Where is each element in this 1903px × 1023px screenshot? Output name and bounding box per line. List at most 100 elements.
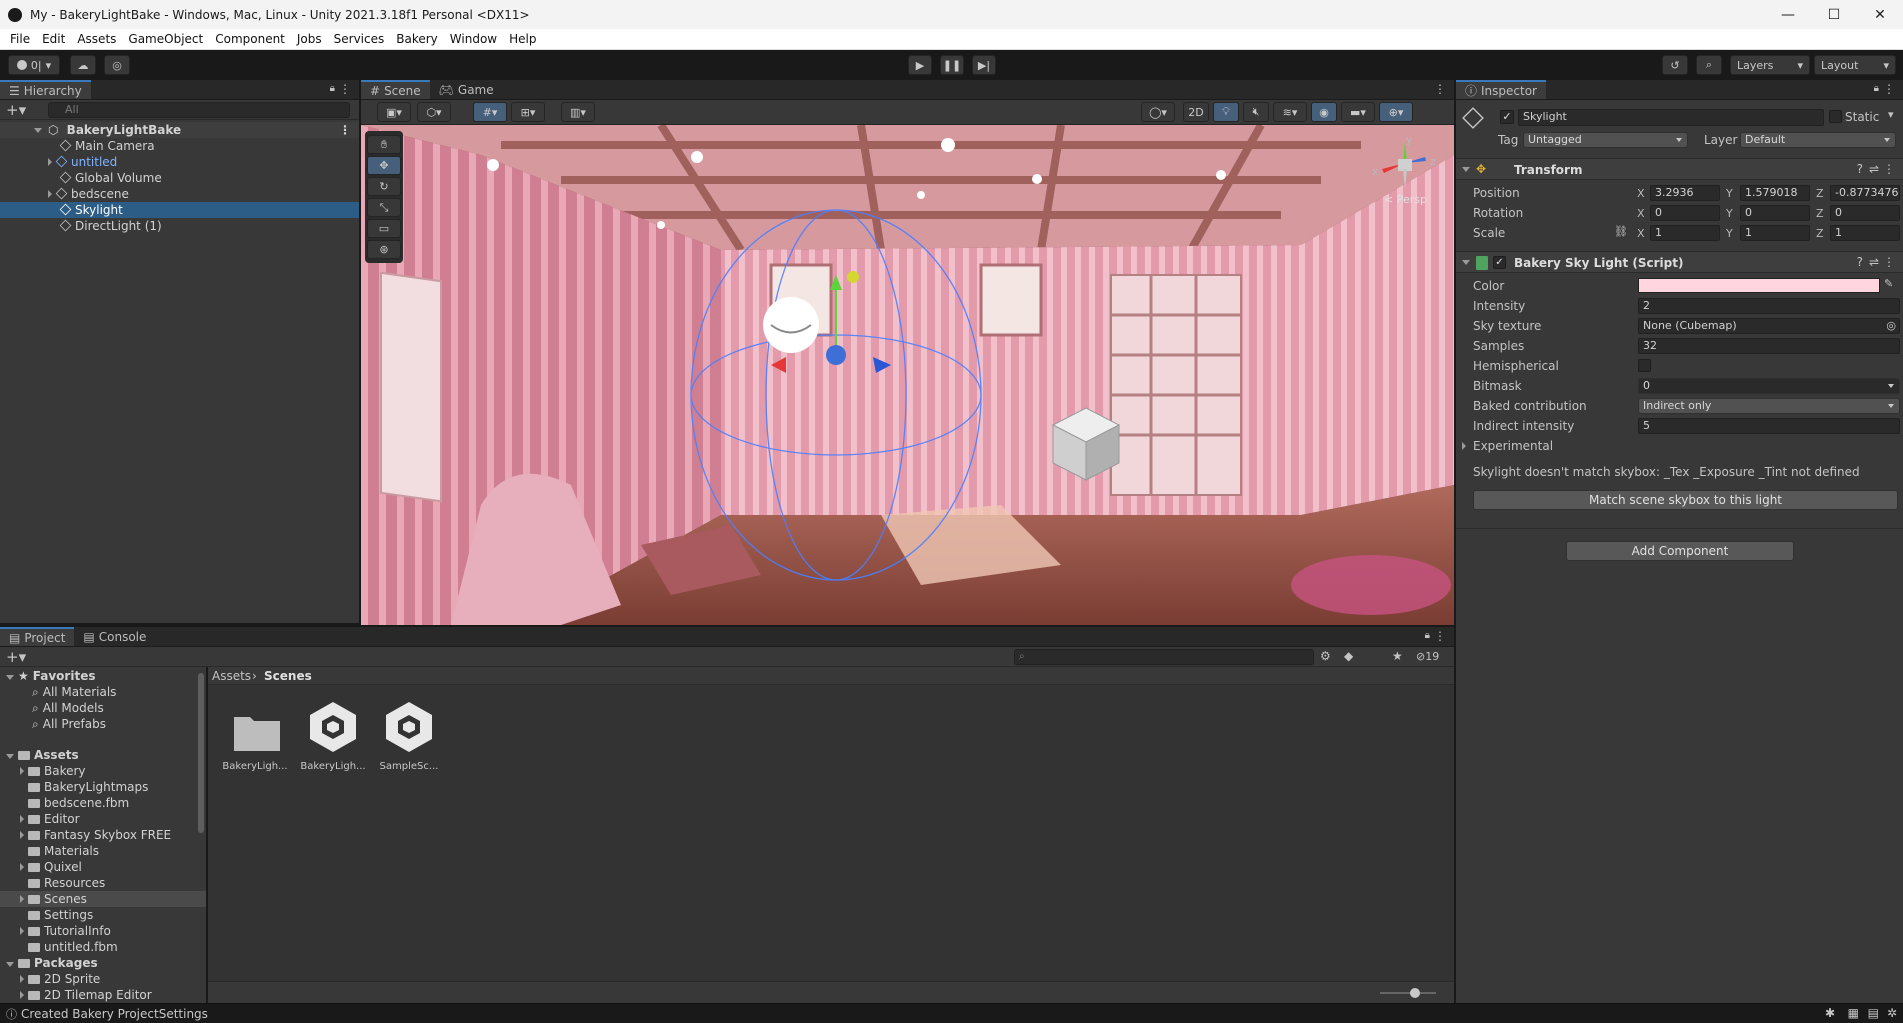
history-button[interactable]: ↺: [1662, 55, 1688, 75]
help-icon[interactable]: ?: [1857, 162, 1863, 176]
add-icon[interactable]: +▾: [6, 101, 26, 119]
position-y-field[interactable]: 1.579018: [1740, 185, 1810, 201]
transform-tool[interactable]: ⊛: [367, 240, 401, 259]
scale-x-field[interactable]: 1: [1650, 225, 1720, 241]
preset-icon[interactable]: ⇌: [1869, 162, 1879, 176]
expand-icon[interactable]: [6, 754, 14, 759]
toggle-2d-button[interactable]: 2D: [1183, 102, 1209, 122]
component-enabled-checkbox[interactable]: ✓: [1493, 256, 1506, 269]
menu-window[interactable]: Window: [444, 32, 503, 46]
shading-dropdown[interactable]: ◯▾: [1141, 102, 1175, 122]
scale-y-field[interactable]: 1: [1740, 225, 1810, 241]
scene-asset-tile[interactable]: [382, 699, 436, 753]
asset-folder-tile[interactable]: [230, 703, 284, 757]
static-checkbox[interactable]: [1829, 110, 1842, 123]
asset-folder[interactable]: Bakery: [0, 763, 206, 779]
package-item[interactable]: 2D Tilemap Editor: [0, 987, 206, 1003]
foldout-icon[interactable]: [1462, 260, 1470, 265]
collab-button[interactable]: ◎: [104, 55, 130, 75]
asset-folder[interactable]: untitled.fbm: [0, 939, 206, 955]
asset-folder[interactable]: Quixel: [0, 859, 206, 875]
cache-icon[interactable]: ▦: [1848, 1006, 1859, 1020]
asset-folder[interactable]: Materials: [0, 843, 206, 859]
sky-texture-field[interactable]: None (Cubemap) ◎: [1638, 318, 1900, 334]
hierarchy-item[interactable]: bedscene: [0, 186, 359, 202]
favorite-item[interactable]: ⌕ All Materials: [0, 684, 206, 700]
favorite-item[interactable]: ⌕ All Prefabs: [0, 716, 206, 732]
menu-edit[interactable]: Edit: [36, 32, 71, 46]
tag-dropdown[interactable]: Untagged: [1523, 132, 1688, 148]
object-picker-icon[interactable]: ◎: [1886, 319, 1896, 333]
icon-size-slider[interactable]: [1380, 988, 1436, 998]
expand-icon[interactable]: [20, 863, 24, 871]
match-skybox-button[interactable]: Match scene skybox to this light: [1473, 490, 1898, 510]
ruler-dropdown[interactable]: ▥▾: [561, 102, 595, 122]
progress-icon[interactable]: ✲: [1887, 1006, 1897, 1020]
tab-game[interactable]: 🎮︎ Game: [430, 80, 503, 99]
breadcrumb-scenes[interactable]: Scenes: [264, 669, 312, 683]
scale-tool[interactable]: ⤡: [367, 198, 401, 217]
expand-icon[interactable]: [20, 895, 24, 903]
menu-bakery[interactable]: Bakery: [390, 32, 444, 46]
bakery-skylight-header[interactable]: ✓ Bakery Sky Light (Script) ? ⇌ ⋮: [1456, 251, 1903, 273]
close-button[interactable]: ✕: [1857, 0, 1903, 29]
menu-file[interactable]: File: [4, 32, 36, 46]
asset-folder[interactable]: Editor: [0, 811, 206, 827]
tab-console[interactable]: ▤ Console: [74, 627, 155, 646]
color-field[interactable]: [1638, 278, 1880, 293]
packages-row[interactable]: Packages: [0, 955, 206, 971]
filter-label-icon[interactable]: ◆: [1344, 649, 1353, 663]
expand-icon[interactable]: [20, 991, 24, 999]
rect-tool[interactable]: ▭: [367, 219, 401, 238]
expand-icon[interactable]: [20, 831, 24, 839]
rotation-y-field[interactable]: 0: [1740, 205, 1810, 221]
lock-icon[interactable]: 🔒︎: [330, 83, 335, 94]
grid-snap-dropdown[interactable]: #▾: [473, 102, 507, 122]
asset-folder-selected[interactable]: Scenes: [0, 891, 206, 907]
play-button[interactable]: ▶: [908, 55, 932, 75]
expand-icon[interactable]: [20, 975, 24, 983]
add-icon[interactable]: +▾: [6, 648, 26, 666]
gizmos-dropdown[interactable]: ⊕▾: [1379, 102, 1413, 122]
chevron-down-icon[interactable]: ▾: [1888, 108, 1894, 121]
menu-assets[interactable]: Assets: [71, 32, 122, 46]
favorite-icon[interactable]: ★: [1392, 649, 1403, 663]
hierarchy-item[interactable]: Main Camera: [0, 138, 359, 154]
kebab-menu-icon[interactable]: ⋮: [1883, 82, 1895, 96]
menu-help[interactable]: Help: [503, 32, 542, 46]
hemispherical-checkbox[interactable]: [1638, 359, 1651, 372]
active-checkbox[interactable]: ✓: [1500, 110, 1514, 124]
kebab-menu-icon[interactable]: ⋮: [1434, 629, 1446, 643]
rotation-x-field[interactable]: 0: [1650, 205, 1720, 221]
object-name-field[interactable]: Skylight: [1518, 109, 1824, 126]
lock-icon[interactable]: 🔒︎: [1874, 83, 1879, 94]
rotate-tool[interactable]: ↻: [367, 177, 401, 196]
bitmask-dropdown[interactable]: 0: [1638, 378, 1900, 394]
layout-dropdown[interactable]: Layout ▾: [1814, 55, 1896, 75]
eyedropper-icon[interactable]: ✎: [1884, 277, 1893, 290]
step-button[interactable]: ▶|: [972, 55, 996, 75]
indirect-intensity-field[interactable]: 5: [1638, 418, 1900, 434]
kebab-menu-icon[interactable]: ⋮: [1434, 82, 1446, 96]
favorite-item[interactable]: ⌕ All Models: [0, 700, 206, 716]
breadcrumb-assets[interactable]: Assets: [212, 669, 251, 683]
hand-tool[interactable]: ✋︎: [367, 135, 401, 154]
audio-toggle[interactable]: 🔇︎: [1243, 102, 1269, 122]
project-search-input[interactable]: ⌕: [1014, 649, 1314, 665]
tab-project[interactable]: ▤ Project: [0, 627, 75, 646]
persp-label[interactable]: < Persp: [1384, 193, 1427, 206]
kebab-menu-icon[interactable]: ⋮: [1883, 255, 1895, 269]
expand-icon[interactable]: [48, 190, 52, 198]
samples-field[interactable]: 32: [1638, 338, 1900, 354]
asset-folder[interactable]: BakeryLightmaps: [0, 779, 206, 795]
render-mode-dropdown[interactable]: ⬡▾: [417, 102, 451, 122]
asset-folder[interactable]: bedscene.fbm: [0, 795, 206, 811]
tree-scrollbar[interactable]: [198, 673, 204, 833]
position-x-field[interactable]: 3.2936: [1650, 185, 1720, 201]
add-component-button[interactable]: Add Component: [1566, 541, 1794, 561]
effects-dropdown[interactable]: ≋▾: [1273, 102, 1307, 122]
cloud-button[interactable]: ☁: [70, 55, 96, 75]
menu-gameobject[interactable]: GameObject: [122, 32, 209, 46]
package-item[interactable]: 2D Sprite: [0, 971, 206, 987]
maximize-button[interactable]: ☐: [1811, 0, 1857, 29]
